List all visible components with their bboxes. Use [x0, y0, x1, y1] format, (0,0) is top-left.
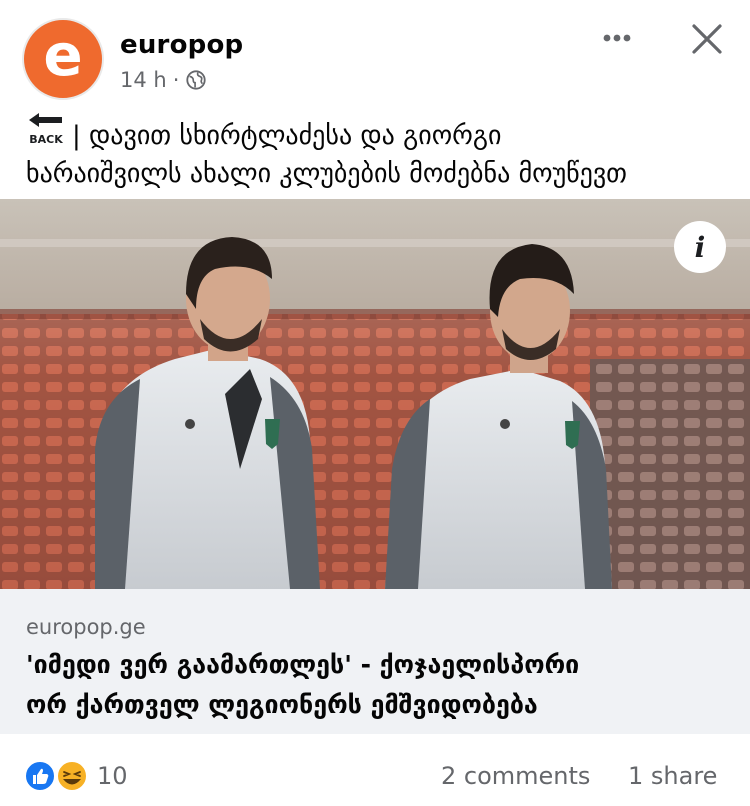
haha-reaction-icon	[56, 760, 88, 792]
page-avatar[interactable]: e	[22, 18, 104, 100]
avatar-logo-letter: e	[43, 21, 83, 89]
comments-count-link[interactable]: 2 comments	[441, 762, 590, 790]
post-meta: 14 h ·	[120, 68, 207, 92]
reaction-count[interactable]: 10	[97, 762, 128, 790]
caption-line-1: | დავით სხირტლაძესა და გიორგი	[72, 121, 502, 151]
page-name-link[interactable]: europop	[120, 30, 243, 60]
like-reaction-icon	[24, 760, 56, 792]
back-arrow-icon: BACK	[29, 113, 63, 146]
meta-separator: ·	[172, 68, 180, 92]
link-headline[interactable]: 'იმედი ვერ გაამართლეს' - ქოჯაელისპორი ორ…	[26, 645, 736, 725]
reaction-icons[interactable]	[24, 760, 90, 792]
link-headline-line-1: 'იმედი ვერ გაამართლეს' - ქოჯაელისპორი	[26, 650, 580, 679]
link-domain: europop.ge	[26, 615, 146, 639]
close-icon[interactable]	[690, 22, 724, 56]
back-icon-text: BACK	[29, 133, 63, 146]
more-options-icon[interactable]	[600, 26, 634, 50]
post-timestamp[interactable]: 14 h	[120, 68, 167, 92]
post-caption: BACK | დავით სხირტლაძესა და გიორგი ხარაი…	[26, 112, 731, 193]
globe-icon[interactable]	[185, 69, 207, 91]
caption-line-2: ხარაიშვილს ახალი კლუბების მოძებნა მოუწევ…	[26, 159, 627, 189]
link-headline-line-2: ორ ქართველ ლეგიონერს ემშვიდობება	[26, 690, 538, 719]
post-photo[interactable]	[0, 199, 750, 589]
info-icon[interactable]: i	[674, 221, 726, 273]
shares-count-link[interactable]: 1 share	[628, 762, 717, 790]
